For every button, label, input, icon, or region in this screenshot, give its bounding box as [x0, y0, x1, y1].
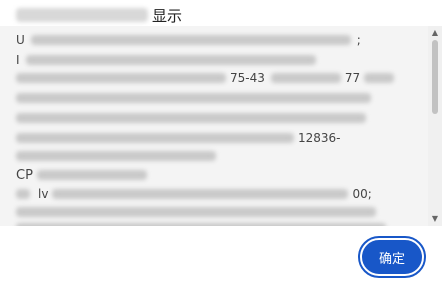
content-line: [16, 220, 386, 226]
content-line: 12836-: [16, 130, 341, 146]
content-line: [16, 204, 376, 220]
content-line: CP: [16, 167, 147, 183]
content-line: lv 00;: [16, 186, 372, 202]
content-text-area[interactable]: U ; I 75-43 77 12836- CP lv 00;: [0, 26, 428, 226]
chevron-up-icon[interactable]: ▲: [428, 26, 442, 40]
vertical-scrollbar[interactable]: ▲ ▼: [428, 26, 442, 226]
redacted-title-prefix: [16, 8, 148, 22]
content-line: 75-43 77: [16, 70, 395, 86]
content-line: [16, 148, 216, 164]
dialog-title-row: 显示: [16, 4, 182, 26]
dialog-title: 显示: [152, 6, 183, 25]
chevron-down-icon[interactable]: ▼: [428, 212, 442, 226]
scrollbar-thumb[interactable]: [432, 40, 438, 114]
content-line: [16, 110, 366, 126]
content-line: I: [16, 52, 316, 68]
ok-button[interactable]: 确定: [358, 236, 426, 278]
content-line: [16, 90, 371, 106]
content-line: U ;: [16, 33, 361, 47]
dialog: 显示 U ; I 75-43 77 12836- CP lv 00; ▲ ▼ 确…: [0, 0, 442, 287]
